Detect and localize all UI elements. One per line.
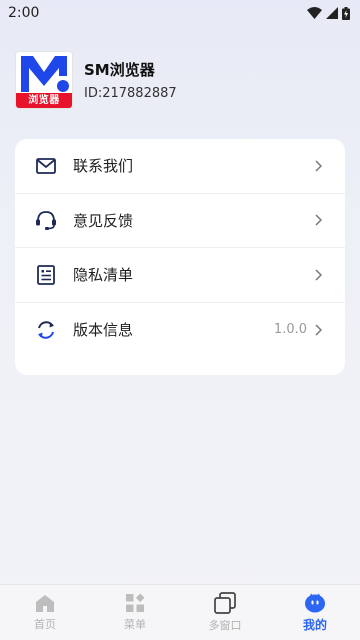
status-icons (307, 6, 350, 20)
nav-label: 首页 (34, 617, 56, 631)
bottom-nav: 首页 菜单 多窗口 我的 (0, 584, 360, 640)
refresh-icon (35, 319, 57, 341)
version-value: 1.0.0 (273, 322, 307, 338)
chevron-right-icon (315, 323, 325, 337)
app-logo: 浏览器 (16, 52, 72, 108)
home-icon (36, 594, 54, 612)
profile-face-icon (305, 593, 325, 612)
chevron-right-icon (315, 268, 325, 282)
nav-label: 多窗口 (208, 619, 242, 632)
status-time: 2:00 (8, 5, 40, 21)
menu-item-feedback[interactable]: 意见反馈 (15, 194, 345, 248)
menu-item-label: 版本信息 (73, 321, 134, 340)
menu-item-privacy-list[interactable]: 隐私清单 (15, 248, 345, 303)
battery-icon (342, 6, 350, 20)
chevron-right-icon (315, 213, 325, 227)
menu-item-contact[interactable]: 联系我们 (15, 139, 345, 194)
status-bar: 2:00 (0, 0, 360, 26)
settings-menu-card: 联系我们 意见反馈 隐私清单 版本信息 1.0.0 (15, 139, 345, 375)
mail-icon (35, 155, 57, 177)
headset-icon (35, 209, 57, 231)
logo-band: 浏览器 (16, 93, 72, 108)
app-id: ID:217882887 (84, 86, 177, 101)
nav-menu[interactable]: 菜单 (90, 585, 180, 640)
menu-item-label: 联系我们 (73, 157, 134, 176)
menu-item-version-info[interactable]: 版本信息 1.0.0 (15, 303, 345, 358)
grid-menu-icon (126, 593, 145, 612)
nav-mine[interactable]: 我的 (270, 585, 360, 640)
app-name: SM浏览器 (84, 61, 155, 79)
signal-icon (326, 7, 338, 19)
menu-item-label: 隐私清单 (73, 266, 134, 285)
windows-icon (214, 592, 236, 614)
chevron-right-icon (315, 159, 325, 173)
nav-home[interactable]: 首页 (0, 585, 90, 640)
nav-label: 菜单 (124, 618, 146, 631)
menu-item-label: 意见反馈 (73, 211, 134, 230)
m-logo-icon (21, 56, 69, 92)
nav-windows[interactable]: 多窗口 (180, 585, 270, 640)
profile-header: 浏览器 SM浏览器 ID:217882887 (16, 52, 177, 108)
nav-label: 我的 (302, 617, 327, 632)
document-list-icon (35, 264, 57, 286)
wifi-icon (307, 7, 322, 19)
